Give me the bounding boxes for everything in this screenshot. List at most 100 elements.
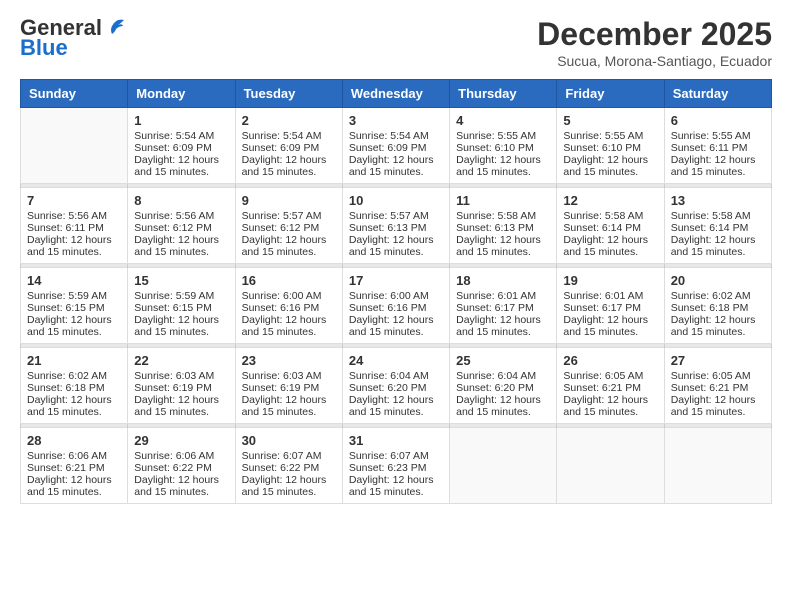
calendar-week-row: 28 Sunrise: 6:06 AM Sunset: 6:21 PM Dayl…	[21, 428, 772, 504]
header-saturday: Saturday	[664, 80, 771, 108]
sunrise-label: Sunrise: 5:58 AM	[563, 210, 643, 222]
table-row: 6 Sunrise: 5:55 AM Sunset: 6:11 PM Dayli…	[664, 108, 771, 184]
day-number: 31	[349, 433, 443, 448]
calendar-week-row: 1 Sunrise: 5:54 AM Sunset: 6:09 PM Dayli…	[21, 108, 772, 184]
day-number: 11	[456, 193, 550, 208]
daylight-label: Daylight: 12 hours and 15 minutes.	[242, 154, 327, 178]
day-number: 2	[242, 113, 336, 128]
day-number: 13	[671, 193, 765, 208]
sunrise-label: Sunrise: 5:57 AM	[242, 210, 322, 222]
logo-blue-text: Blue	[20, 36, 68, 60]
day-number: 21	[27, 353, 121, 368]
calendar-week-row: 7 Sunrise: 5:56 AM Sunset: 6:11 PM Dayli…	[21, 188, 772, 264]
page-header: General Blue December 2025 Sucua, Morona…	[20, 16, 772, 69]
table-row: 3 Sunrise: 5:54 AM Sunset: 6:09 PM Dayli…	[342, 108, 449, 184]
day-number: 4	[456, 113, 550, 128]
table-row: 10 Sunrise: 5:57 AM Sunset: 6:13 PM Dayl…	[342, 188, 449, 264]
sunset-label: Sunset: 6:19 PM	[242, 382, 320, 394]
day-number: 20	[671, 273, 765, 288]
daylight-label: Daylight: 12 hours and 15 minutes.	[349, 474, 434, 498]
sunset-label: Sunset: 6:17 PM	[456, 302, 534, 314]
month-title: December 2025	[537, 16, 772, 53]
daylight-label: Daylight: 12 hours and 15 minutes.	[242, 474, 327, 498]
daylight-label: Daylight: 12 hours and 15 minutes.	[456, 314, 541, 338]
table-row: 22 Sunrise: 6:03 AM Sunset: 6:19 PM Dayl…	[128, 348, 235, 424]
daylight-label: Daylight: 12 hours and 15 minutes.	[671, 154, 756, 178]
header-thursday: Thursday	[450, 80, 557, 108]
table-row: 5 Sunrise: 5:55 AM Sunset: 6:10 PM Dayli…	[557, 108, 664, 184]
daylight-label: Daylight: 12 hours and 15 minutes.	[349, 154, 434, 178]
daylight-label: Daylight: 12 hours and 15 minutes.	[134, 394, 219, 418]
sunrise-label: Sunrise: 6:01 AM	[456, 290, 536, 302]
sunset-label: Sunset: 6:14 PM	[671, 222, 749, 234]
table-row	[664, 428, 771, 504]
table-row	[450, 428, 557, 504]
day-number: 19	[563, 273, 657, 288]
sunset-label: Sunset: 6:21 PM	[27, 462, 105, 474]
daylight-label: Daylight: 12 hours and 15 minutes.	[242, 234, 327, 258]
sunrise-label: Sunrise: 6:05 AM	[563, 370, 643, 382]
table-row: 13 Sunrise: 5:58 AM Sunset: 6:14 PM Dayl…	[664, 188, 771, 264]
day-number: 9	[242, 193, 336, 208]
daylight-label: Daylight: 12 hours and 15 minutes.	[456, 154, 541, 178]
sunset-label: Sunset: 6:09 PM	[134, 142, 212, 154]
table-row: 8 Sunrise: 5:56 AM Sunset: 6:12 PM Dayli…	[128, 188, 235, 264]
table-row: 4 Sunrise: 5:55 AM Sunset: 6:10 PM Dayli…	[450, 108, 557, 184]
table-row: 27 Sunrise: 6:05 AM Sunset: 6:21 PM Dayl…	[664, 348, 771, 424]
table-row: 21 Sunrise: 6:02 AM Sunset: 6:18 PM Dayl…	[21, 348, 128, 424]
sunset-label: Sunset: 6:15 PM	[134, 302, 212, 314]
table-row: 26 Sunrise: 6:05 AM Sunset: 6:21 PM Dayl…	[557, 348, 664, 424]
sunset-label: Sunset: 6:18 PM	[671, 302, 749, 314]
table-row	[557, 428, 664, 504]
day-number: 29	[134, 433, 228, 448]
daylight-label: Daylight: 12 hours and 15 minutes.	[242, 394, 327, 418]
sunrise-label: Sunrise: 5:54 AM	[134, 130, 214, 142]
day-number: 5	[563, 113, 657, 128]
table-row	[21, 108, 128, 184]
sunset-label: Sunset: 6:14 PM	[563, 222, 641, 234]
daylight-label: Daylight: 12 hours and 15 minutes.	[134, 234, 219, 258]
daylight-label: Daylight: 12 hours and 15 minutes.	[134, 474, 219, 498]
sunset-label: Sunset: 6:10 PM	[563, 142, 641, 154]
daylight-label: Daylight: 12 hours and 15 minutes.	[563, 154, 648, 178]
table-row: 1 Sunrise: 5:54 AM Sunset: 6:09 PM Dayli…	[128, 108, 235, 184]
daylight-label: Daylight: 12 hours and 15 minutes.	[671, 314, 756, 338]
daylight-label: Daylight: 12 hours and 15 minutes.	[456, 394, 541, 418]
sunset-label: Sunset: 6:18 PM	[27, 382, 105, 394]
sunset-label: Sunset: 6:20 PM	[349, 382, 427, 394]
day-number: 23	[242, 353, 336, 368]
day-number: 7	[27, 193, 121, 208]
day-number: 22	[134, 353, 228, 368]
sunset-label: Sunset: 6:13 PM	[456, 222, 534, 234]
calendar-week-row: 21 Sunrise: 6:02 AM Sunset: 6:18 PM Dayl…	[21, 348, 772, 424]
table-row: 18 Sunrise: 6:01 AM Sunset: 6:17 PM Dayl…	[450, 268, 557, 344]
day-number: 8	[134, 193, 228, 208]
sunrise-label: Sunrise: 6:01 AM	[563, 290, 643, 302]
day-number: 12	[563, 193, 657, 208]
day-number: 10	[349, 193, 443, 208]
sunrise-label: Sunrise: 5:59 AM	[27, 290, 107, 302]
day-number: 1	[134, 113, 228, 128]
table-row: 29 Sunrise: 6:06 AM Sunset: 6:22 PM Dayl…	[128, 428, 235, 504]
daylight-label: Daylight: 12 hours and 15 minutes.	[563, 314, 648, 338]
sunset-label: Sunset: 6:16 PM	[349, 302, 427, 314]
day-number: 28	[27, 433, 121, 448]
sunset-label: Sunset: 6:22 PM	[242, 462, 320, 474]
sunset-label: Sunset: 6:21 PM	[671, 382, 749, 394]
table-row: 19 Sunrise: 6:01 AM Sunset: 6:17 PM Dayl…	[557, 268, 664, 344]
daylight-label: Daylight: 12 hours and 15 minutes.	[27, 234, 112, 258]
sunrise-label: Sunrise: 5:55 AM	[671, 130, 751, 142]
sunrise-label: Sunrise: 6:00 AM	[349, 290, 429, 302]
sunrise-label: Sunrise: 6:05 AM	[671, 370, 751, 382]
sunset-label: Sunset: 6:16 PM	[242, 302, 320, 314]
sunrise-label: Sunrise: 5:56 AM	[27, 210, 107, 222]
location-text: Sucua, Morona-Santiago, Ecuador	[537, 53, 772, 69]
sunrise-label: Sunrise: 6:03 AM	[242, 370, 322, 382]
day-number: 30	[242, 433, 336, 448]
table-row: 2 Sunrise: 5:54 AM Sunset: 6:09 PM Dayli…	[235, 108, 342, 184]
table-row: 11 Sunrise: 5:58 AM Sunset: 6:13 PM Dayl…	[450, 188, 557, 264]
sunrise-label: Sunrise: 6:06 AM	[134, 450, 214, 462]
header-wednesday: Wednesday	[342, 80, 449, 108]
daylight-label: Daylight: 12 hours and 15 minutes.	[671, 234, 756, 258]
table-row: 14 Sunrise: 5:59 AM Sunset: 6:15 PM Dayl…	[21, 268, 128, 344]
